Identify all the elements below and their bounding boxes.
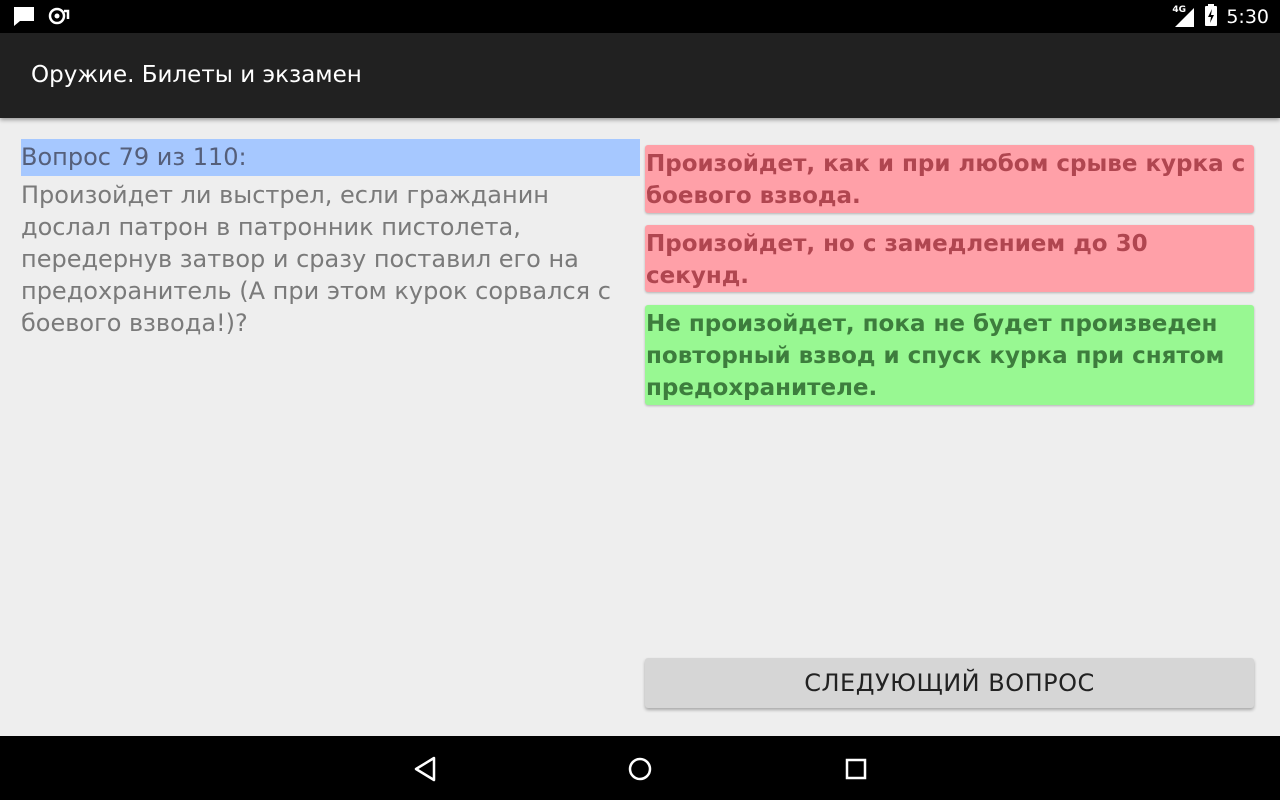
status-clock: 5:30 bbox=[1226, 6, 1269, 28]
question-text: Произойдет ли выстрел, если гражданин до… bbox=[21, 181, 611, 337]
app-bar: Оружие. Билеты и экзамен bbox=[0, 33, 1280, 118]
status-bar: 4G 5:30 bbox=[0, 0, 1280, 33]
answer-option-1[interactable]: Произойдет, как и при любом срыве курка … bbox=[645, 145, 1254, 213]
notification-icon bbox=[48, 5, 70, 31]
answer-option-2[interactable]: Произойдет, но с замедлением до 30 секун… bbox=[645, 225, 1254, 292]
home-icon[interactable] bbox=[625, 754, 655, 784]
navigation-bar bbox=[0, 736, 1280, 800]
page-title: Оружие. Билеты и экзамен bbox=[31, 62, 362, 88]
battery-icon bbox=[1204, 4, 1218, 30]
network-type-label: 4G bbox=[1172, 5, 1186, 15]
signal-icon: 4G bbox=[1172, 5, 1196, 28]
message-icon bbox=[12, 5, 36, 31]
question-number: Вопрос 79 из 110: bbox=[21, 139, 640, 176]
next-question-button[interactable]: СЛЕДУЮЩИЙ ВОПРОС bbox=[645, 658, 1254, 708]
recent-apps-icon[interactable] bbox=[841, 754, 871, 784]
answer-option-3[interactable]: Не произойдет, пока не будет произведен … bbox=[645, 305, 1254, 405]
back-icon[interactable] bbox=[410, 754, 440, 784]
